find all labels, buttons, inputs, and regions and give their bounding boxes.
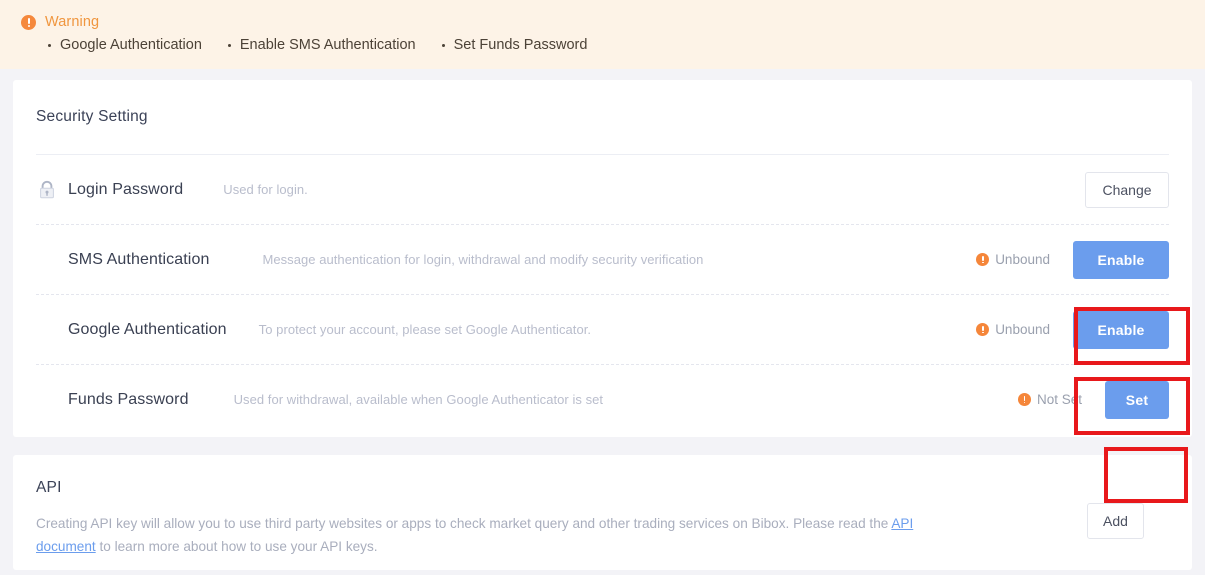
- security-row-label: Google Authentication: [68, 320, 227, 338]
- security-row-description: Used for withdrawal, available when Goog…: [233, 392, 604, 407]
- warning-banner: Warning Google Authentication Enable SMS…: [0, 0, 1205, 69]
- set-funds-password-button[interactable]: Set: [1105, 380, 1169, 419]
- security-row-actions: Unbound Enable: [976, 295, 1169, 364]
- alert-circle-icon: [36, 249, 58, 271]
- security-row-label: Funds Password: [68, 390, 189, 408]
- api-actions: Add: [1087, 455, 1169, 539]
- warning-item-set-funds-password[interactable]: Set Funds Password: [441, 37, 588, 53]
- security-row-sms-authentication: SMS Authentication Message authenticatio…: [36, 224, 1169, 294]
- warning-item-label: Google Authentication: [60, 37, 202, 53]
- api-info: API Creating API key will allow you to u…: [36, 455, 1087, 558]
- security-row-description: Message authentication for login, withdr…: [262, 252, 704, 267]
- alert-circle-icon: [976, 253, 990, 266]
- page-title: Security Setting: [36, 108, 148, 125]
- warning-header: Warning: [21, 12, 1205, 32]
- status-badge-label: Not Set: [1036, 392, 1082, 407]
- add-api-key-button[interactable]: Add: [1087, 503, 1144, 539]
- warning-item-enable-sms-authentication[interactable]: Enable SMS Authentication: [227, 37, 416, 53]
- enable-sms-button[interactable]: Enable: [1073, 240, 1169, 279]
- change-password-button[interactable]: Change: [1085, 171, 1169, 208]
- api-section-title: API: [36, 479, 62, 496]
- bullet-icon: [48, 43, 51, 47]
- alert-circle-icon: [976, 323, 990, 336]
- status-badge-sms: Unbound: [976, 252, 1050, 267]
- status-badge-funds: Not Set: [1017, 392, 1082, 407]
- api-description-before: Creating API key will allow you to use t…: [36, 516, 892, 531]
- warning-item-label: Set Funds Password: [453, 37, 588, 53]
- security-row-label: Login Password: [68, 180, 184, 198]
- warning-item-label: Enable SMS Authentication: [239, 37, 416, 53]
- alert-circle-icon: [21, 14, 36, 30]
- alert-circle-icon: [36, 389, 58, 411]
- security-row-description: Used for login.: [223, 182, 308, 197]
- bullet-icon: [441, 43, 445, 47]
- enable-google-auth-button[interactable]: Enable: [1073, 310, 1169, 349]
- security-row-funds-password: Funds Password Used for withdrawal, avai…: [36, 364, 1169, 434]
- bullet-icon: [227, 43, 231, 47]
- alert-circle-icon: [1017, 393, 1031, 406]
- security-row-google-authentication: Google Authentication To protect your ac…: [36, 294, 1169, 364]
- security-row-actions: Unbound Enable: [976, 225, 1169, 294]
- security-row-description: To protect your account, please set Goog…: [258, 322, 592, 337]
- warning-title: Warning: [45, 14, 100, 30]
- security-row-actions: Not Set Set: [1017, 365, 1169, 434]
- lock-icon: [36, 179, 58, 201]
- status-badge-label: Unbound: [995, 252, 1050, 267]
- api-description: Creating API key will allow you to use t…: [36, 512, 936, 558]
- security-row-label: SMS Authentication: [68, 250, 210, 268]
- api-card: API Creating API key will allow you to u…: [13, 455, 1192, 570]
- api-description-after: to learn more about how to use your API …: [95, 539, 378, 554]
- alert-circle-icon: [36, 319, 58, 341]
- security-row-login-password: Login Password Used for login. Change: [36, 155, 1169, 224]
- security-row-actions: Change: [1085, 155, 1169, 224]
- warning-item-list: Google Authentication Enable SMS Authent…: [21, 37, 1205, 53]
- warning-item-google-authentication[interactable]: Google Authentication: [48, 37, 202, 53]
- security-setting-card: Security Setting Login Password Used for…: [13, 80, 1192, 503]
- status-badge-label: Unbound: [995, 322, 1050, 337]
- status-badge-google: Unbound: [976, 322, 1050, 337]
